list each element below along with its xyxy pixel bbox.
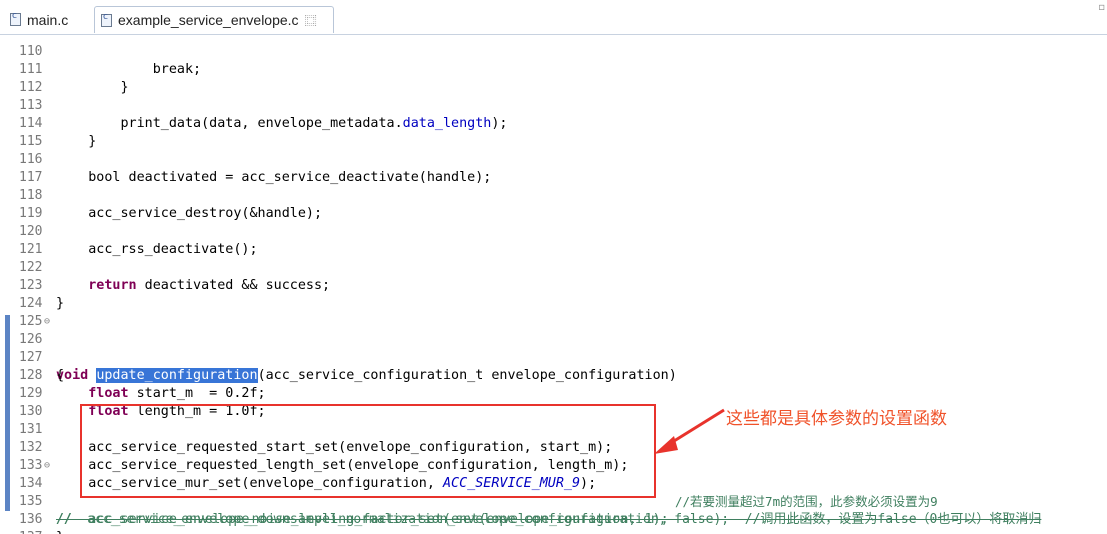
maximize-icon[interactable]: ▫: [1098, 2, 1105, 13]
code-line: 120 acc_rss_deactivate();: [0, 205, 1107, 257]
code-line: 111 }: [0, 43, 1107, 95]
code-line: 117: [0, 151, 1107, 185]
code-line: 124: [0, 277, 1107, 311]
code-line: 128 float start_m = 0.2f;: [0, 349, 1107, 401]
code-editor[interactable]: 110 break; 111 } 112 113 print_data(data…: [0, 34, 1107, 534]
code-line: 129 float length_m = 1.0f;: [0, 367, 1107, 419]
code-line: 119: [0, 187, 1107, 221]
code-line: 112: [0, 61, 1107, 95]
code-line: 130: [0, 385, 1107, 419]
code-line: 113 print_data(data, envelope_metadata.d…: [0, 79, 1107, 131]
annotation-highlight-box: [80, 404, 656, 498]
code-line: 110 break;: [0, 34, 1107, 77]
code-line: 125: [0, 295, 1107, 329]
tab-main-c[interactable]: main.c: [4, 6, 90, 33]
code-line: 123 }: [0, 259, 1107, 311]
fold-collapse-icon[interactable]: ⊖: [44, 313, 50, 331]
code-line: 127 {: [0, 331, 1107, 383]
annotation-arrow: [654, 408, 725, 454]
tab-label: main.c: [27, 11, 69, 28]
code-line: 122 return deactivated && success;: [0, 241, 1107, 293]
code-line: 116 bool deactivated = acc_service_deact…: [0, 133, 1107, 185]
tab-label: example_service_envelope.c: [118, 12, 299, 28]
annotation-text: 这些都是具体参数的设置函数: [726, 409, 947, 429]
code-text: }: [56, 529, 64, 534]
code-line: 137: [0, 511, 1107, 534]
code-line: 121: [0, 223, 1107, 257]
code-line: 114 }: [0, 97, 1107, 149]
c-file-icon: [101, 12, 112, 27]
code-line: 126 ⊖ void update_configuration(acc_serv…: [0, 313, 1107, 383]
tab-example-service-envelope-c[interactable]: example_service_envelope.c ⿴: [94, 6, 334, 33]
code-line: 115: [0, 115, 1107, 149]
c-file-icon: [10, 11, 21, 26]
line-number: 137: [19, 529, 42, 534]
editor-tab-bar: main.c example_service_envelope.c ⿴ ▫: [0, 0, 1107, 35]
close-tab-icon[interactable]: ⿴: [305, 12, 317, 29]
code-line: 118 acc_service_destroy(&handle);: [0, 169, 1107, 221]
fold-collapse-icon[interactable]: ⊖: [44, 457, 50, 475]
